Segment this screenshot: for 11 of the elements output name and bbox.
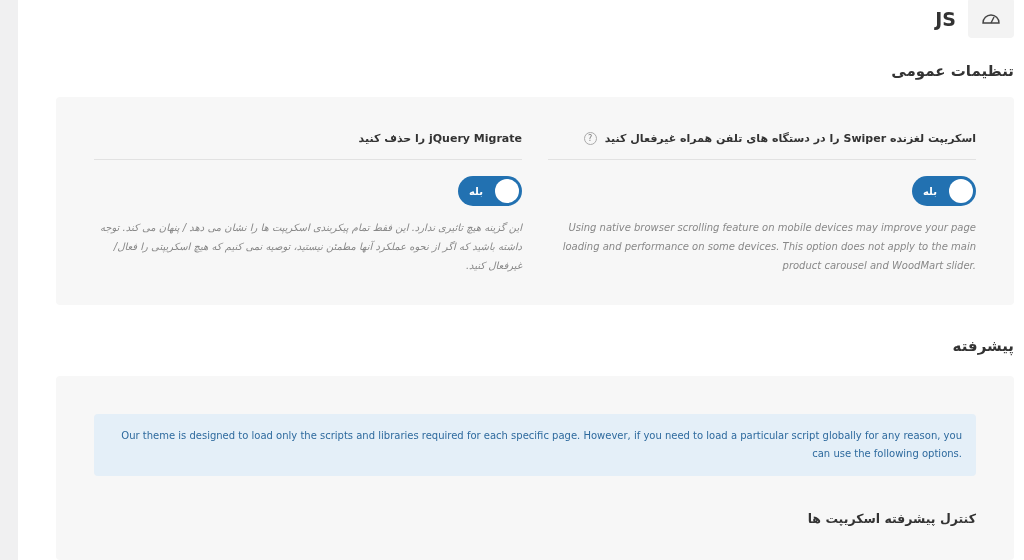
toggle-switch[interactable]: بله <box>912 176 976 206</box>
section-title: تنظيمات عمومی <box>890 61 1014 82</box>
section-title: پیشرفته <box>951 336 1014 358</box>
subsection-title: کنترل پیشرفته اسکریپت ها <box>806 509 976 528</box>
info-notice: Our theme is designed to load only the scripts and libraries required for each specific page. However, if you need to load a particular script globally for any reason, you can use the following options. <box>94 413 976 476</box>
option-description: این گزینه هیچ تاثیری ندارد. این فقط تمام پیکربندی اسکریپت ها را نشان می دهد / پنهان می کند. توجه داشته باشید که اگر از نحوه عملکرد آنها مطمئن نیستید، توصیه نمی کنیم که هیچ اسکریپتی را فعال/غیرفعال کنید. <box>98 221 522 274</box>
option-label: jQuery Migrate را حذف کنید <box>358 130 522 147</box>
page-title: JS <box>935 6 956 32</box>
toggle-switch[interactable]: بله <box>458 176 522 206</box>
option-label: اسکریپت لغزنده Swiper را در دستگاه های تلفن همراه غیرفعال کنید <box>604 130 976 147</box>
option-description: Using native browser scrolling feature on mobile devices may improve your page loading and performance on some devices. This option does not apply to the main product carousel and WoodMart slider. <box>561 221 976 273</box>
